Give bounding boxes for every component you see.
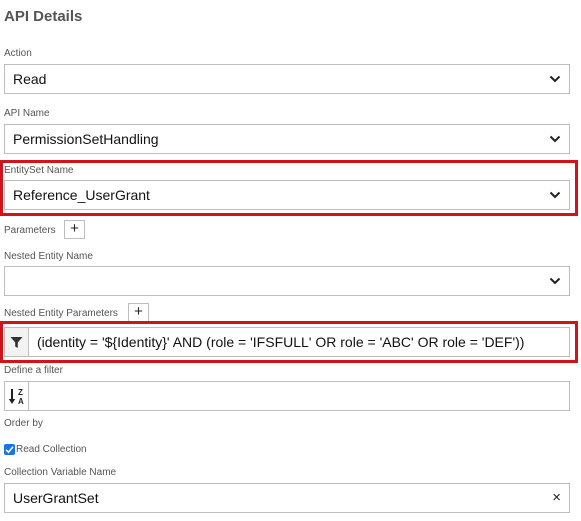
api-name-value: PermissionSetHandling [13, 131, 159, 147]
nested-params-label: Nested Entity Parameters [4, 308, 118, 319]
collection-var-label: Collection Variable Name [4, 467, 117, 478]
action-label: Action [4, 48, 32, 59]
entityset-value: Reference_UserGrant [13, 187, 150, 203]
entityset-select[interactable]: Reference_UserGrant [4, 180, 570, 210]
filter-icon-box [5, 328, 29, 356]
collection-var-value: UserGrantSet [13, 490, 99, 506]
filter-input[interactable]: (identity = '${Identity}' AND (role = 'I… [4, 327, 570, 357]
action-select[interactable]: Read [4, 64, 570, 94]
svg-text:Z: Z [18, 388, 23, 397]
chevron-down-icon [549, 191, 561, 199]
chevron-down-icon [549, 75, 561, 83]
action-value: Read [13, 71, 47, 87]
read-collection-checkbox[interactable] [4, 444, 15, 455]
clear-icon[interactable]: × [552, 484, 561, 512]
svg-text:A: A [18, 397, 24, 406]
add-nested-parameter-button[interactable]: + [128, 303, 149, 322]
chevron-down-icon [549, 135, 561, 143]
nested-entity-label: Nested Entity Name [4, 251, 93, 262]
entityset-label: EntitySet Name [4, 165, 74, 176]
api-name-select[interactable]: PermissionSetHandling [4, 124, 570, 154]
add-parameter-button[interactable]: + [64, 220, 85, 239]
collection-var-input[interactable]: UserGrantSet × [4, 483, 570, 513]
api-name-label: API Name [4, 108, 50, 119]
order-by-input[interactable]: Z A [4, 381, 570, 411]
read-collection-label[interactable]: Read Collection [16, 444, 87, 455]
order-by-hint: Order by [4, 418, 43, 429]
panel-title: API Details [4, 8, 83, 25]
check-icon [5, 446, 14, 454]
sort-z-a-icon: Z A [8, 388, 24, 406]
filter-hint: Define a filter [4, 365, 63, 376]
filter-placeholder: (identity = '${Identity}' AND (role = 'I… [37, 334, 525, 350]
nested-entity-select[interactable] [4, 266, 570, 296]
filter-icon [10, 337, 23, 348]
chevron-down-icon [549, 277, 561, 285]
sort-icon-box: Z A [5, 382, 29, 410]
parameters-label: Parameters [4, 225, 56, 236]
